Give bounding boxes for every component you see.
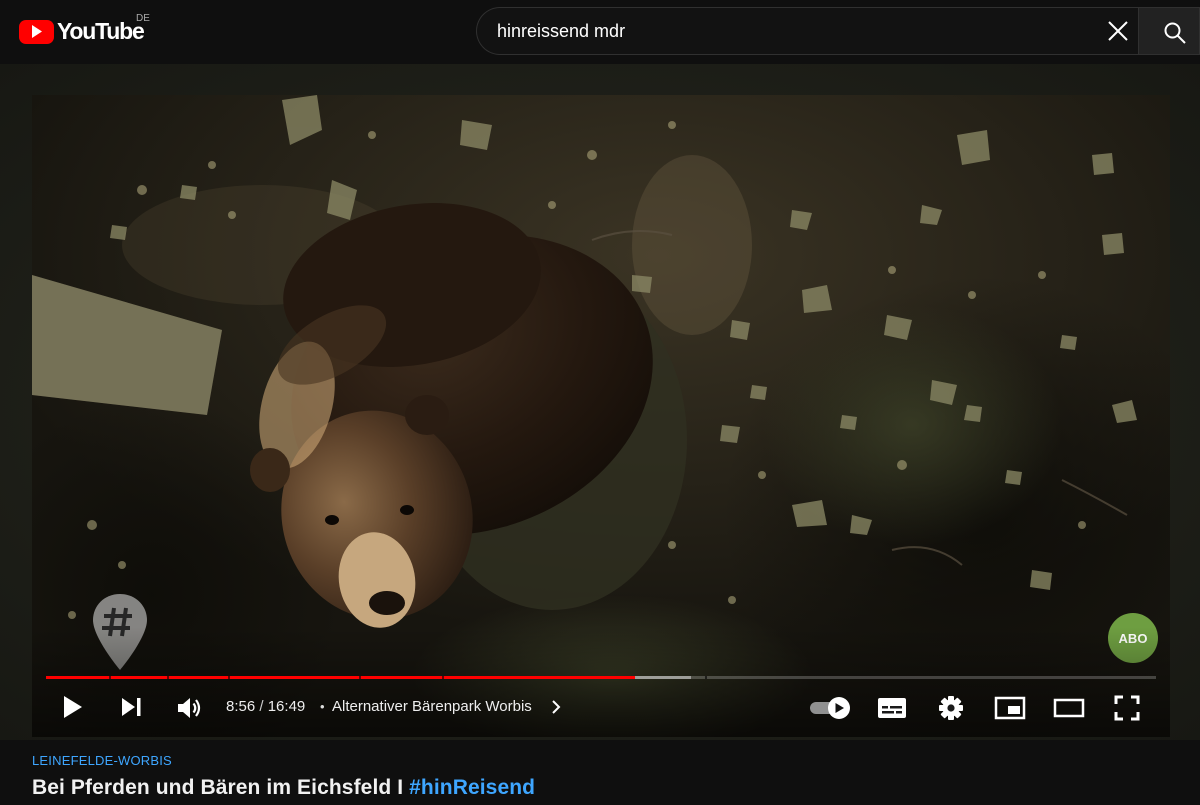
video-player[interactable]: ABO 8:56 / 16:49 • Alternativer Bärenpar…: [32, 95, 1170, 737]
progress-bar[interactable]: [46, 676, 1156, 679]
chevron-right-icon: [552, 700, 561, 714]
fullscreen-icon: [1114, 695, 1140, 721]
youtube-logo[interactable]: YouTube: [19, 18, 145, 45]
video-location-link[interactable]: LEINEFELDE-WORBIS: [32, 753, 172, 768]
chapter-chevron-button[interactable]: [551, 699, 561, 720]
chapter-marker: [109, 676, 112, 679]
search-box: [476, 7, 1138, 55]
search-input[interactable]: [497, 8, 1077, 54]
close-icon: [1108, 21, 1128, 41]
duration: 16:49: [267, 698, 306, 715]
subtitles-icon: [878, 698, 906, 718]
youtube-play-logo-icon: [19, 19, 54, 44]
country-code: DE: [136, 13, 150, 24]
miniplayer-button[interactable]: [994, 696, 1026, 725]
subtitles-button[interactable]: [877, 696, 907, 725]
volume-icon: [178, 698, 201, 718]
settings-button[interactable]: [938, 695, 964, 726]
volume-button[interactable]: [177, 696, 203, 725]
search-button[interactable]: [1138, 7, 1200, 55]
chapter-marker: [705, 676, 708, 679]
miniplayer-icon: [994, 696, 1026, 720]
chapter-marker: [228, 676, 231, 679]
play-button[interactable]: [62, 695, 84, 724]
chapter-separator: •: [320, 699, 325, 714]
time-separator: /: [259, 698, 264, 715]
top-bar: YouTube DE: [0, 0, 1200, 64]
search-icon: [1164, 22, 1186, 44]
current-time: 8:56: [226, 698, 256, 715]
chapter-marker: [442, 676, 445, 679]
title-hashtag-link[interactable]: #hinReisend: [409, 776, 535, 799]
video-title-text: Bei Pferden und Bären im Eichsfeld I: [32, 776, 410, 799]
theater-mode-icon: [1053, 698, 1085, 718]
chapter-marker: [359, 676, 362, 679]
progress-played: [46, 676, 636, 679]
next-icon: [122, 698, 141, 716]
chapter-title[interactable]: Alternativer Bärenpark Worbis: [332, 698, 532, 715]
next-button[interactable]: [121, 697, 143, 722]
play-icon: [64, 696, 82, 718]
theater-mode-button[interactable]: [1053, 698, 1085, 723]
settings-gear-icon: [939, 696, 963, 720]
autoplay-toggle-icon: [810, 697, 850, 719]
time-display: 8:56 / 16:49: [226, 698, 305, 715]
clear-search-button[interactable]: [1105, 18, 1131, 44]
logo-wordmark: YouTube: [57, 18, 145, 44]
video-title: Bei Pferden und Bären im Eichsfeld I #hi…: [32, 776, 535, 800]
chapter-marker: [166, 676, 169, 679]
fullscreen-button[interactable]: [1114, 695, 1140, 726]
autoplay-toggle[interactable]: [808, 695, 852, 726]
